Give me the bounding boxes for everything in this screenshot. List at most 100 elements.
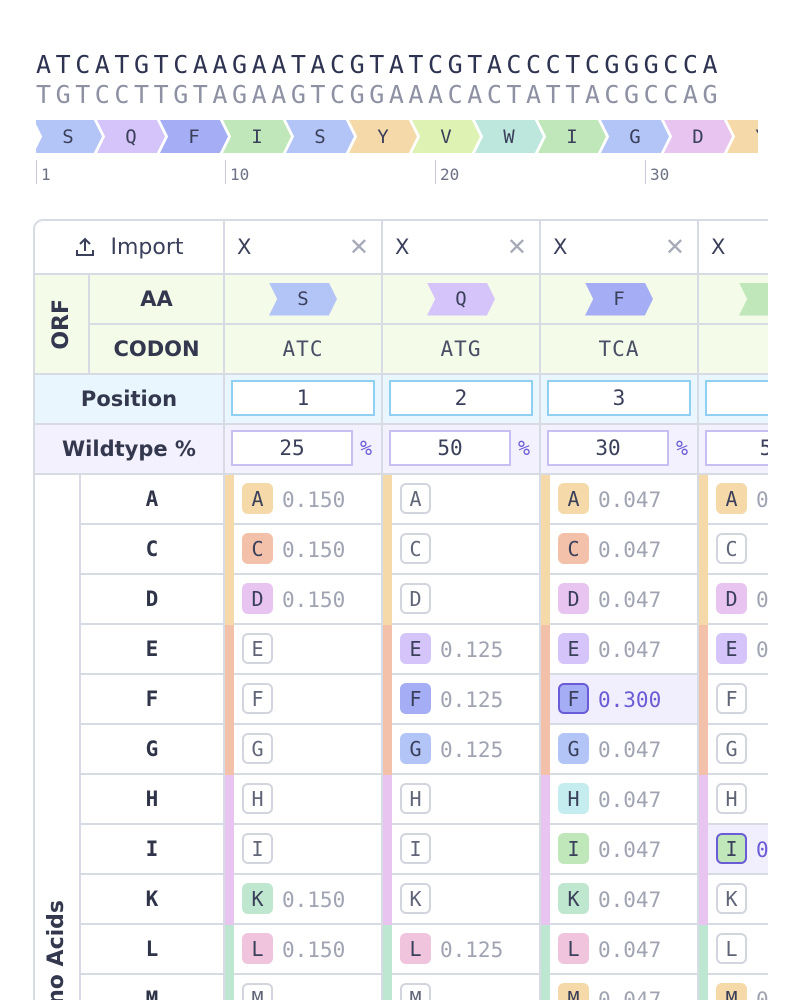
aa-badge[interactable]: A — [400, 483, 431, 514]
orf-chevron[interactable]: Y — [349, 120, 417, 153]
aa-badge[interactable]: A — [558, 483, 589, 514]
aa-badge[interactable]: F — [716, 683, 747, 714]
orf-chevron[interactable]: V — [412, 120, 480, 153]
wildtype-input[interactable]: 50 — [389, 430, 511, 466]
orf-chevron[interactable]: S — [36, 120, 102, 153]
aa-probability-cell[interactable]: C 0.150 — [225, 525, 383, 575]
aa-probability-cell[interactable]: G 0.047 — [541, 725, 699, 775]
orf-chevron[interactable]: W — [475, 120, 543, 153]
aa-badge[interactable]: I — [242, 833, 273, 864]
orf-chevron[interactable]: S — [286, 120, 354, 153]
aa-badge[interactable]: M — [400, 983, 431, 1000]
aa-badge[interactable]: M — [716, 983, 747, 1000]
aa-probability-cell[interactable]: M — [225, 975, 383, 1000]
aa-probability-cell[interactable]: I0 — [699, 825, 768, 875]
aa-badge[interactable]: K — [242, 883, 273, 914]
aa-badge[interactable]: D — [242, 583, 273, 614]
aa-badge[interactable]: I — [716, 833, 747, 864]
aa-badge[interactable]: D — [716, 583, 747, 614]
aa-probability-cell[interactable]: M — [383, 975, 541, 1000]
aa-badge[interactable]: G — [716, 733, 747, 764]
aa-badge[interactable]: H — [558, 783, 589, 814]
aa-probability-cell[interactable]: E — [225, 625, 383, 675]
aa-probability-cell[interactable]: G — [225, 725, 383, 775]
aa-probability-cell[interactable]: A 0.150 — [225, 475, 383, 525]
aa-badge[interactable]: K — [558, 883, 589, 914]
aa-probability-cell[interactable]: E 0.125 — [383, 625, 541, 675]
orf-chevron[interactable]: I — [538, 120, 606, 153]
aa-badge[interactable]: E — [716, 633, 747, 664]
aa-badge[interactable]: G — [558, 733, 589, 764]
aa-badge[interactable]: L — [558, 933, 589, 964]
aa-badge[interactable]: L — [716, 933, 747, 964]
position-input[interactable]: 3 — [547, 380, 691, 416]
aa-badge[interactable]: C — [558, 533, 589, 564]
aa-badge[interactable]: F — [400, 683, 431, 714]
aa-badge[interactable]: H — [400, 783, 431, 814]
aa-badge[interactable]: F — [558, 683, 589, 714]
position-input[interactable]: 1 — [231, 380, 375, 416]
aa-badge[interactable]: I — [558, 833, 589, 864]
aa-probability-cell[interactable]: G — [699, 725, 768, 775]
aa-probability-cell[interactable]: C — [699, 525, 768, 575]
aa-probability-cell[interactable]: H — [383, 775, 541, 825]
aa-probability-cell[interactable]: H — [699, 775, 768, 825]
position-input[interactable] — [705, 380, 768, 416]
aa-badge[interactable]: E — [242, 633, 273, 664]
orf-chevron[interactable]: Q — [97, 120, 165, 153]
aa-badge[interactable]: H — [716, 783, 747, 814]
aa-probability-cell[interactable]: D 0.047 — [541, 575, 699, 625]
aa-probability-cell[interactable]: C — [383, 525, 541, 575]
aa-probability-cell[interactable]: I — [225, 825, 383, 875]
aa-probability-cell[interactable]: L 0.047 — [541, 925, 699, 975]
aa-probability-cell[interactable]: I 0.047 — [541, 825, 699, 875]
aa-probability-cell[interactable]: G 0.125 — [383, 725, 541, 775]
aa-badge[interactable]: G — [400, 733, 431, 764]
aa-badge[interactable]: G — [242, 733, 273, 764]
aa-probability-cell[interactable]: K — [383, 875, 541, 925]
aa-probability-cell[interactable]: M0 — [699, 975, 768, 1000]
wildtype-input[interactable]: 5 — [705, 430, 768, 466]
wildtype-input[interactable]: 30 — [547, 430, 669, 466]
aa-probability-cell[interactable]: K 0.047 — [541, 875, 699, 925]
orf-chevron[interactable]: G — [601, 120, 669, 153]
aa-badge[interactable]: K — [400, 883, 431, 914]
aa-badge[interactable]: E — [400, 633, 431, 664]
aa-badge[interactable]: C — [716, 533, 747, 564]
aa-badge[interactable]: H — [242, 783, 273, 814]
wildtype-input[interactable]: 25 — [231, 430, 353, 466]
aa-probability-cell[interactable]: L 0.125 — [383, 925, 541, 975]
aa-probability-cell[interactable]: M 0.047 — [541, 975, 699, 1000]
aa-probability-cell[interactable]: I — [383, 825, 541, 875]
aa-probability-cell[interactable]: A — [383, 475, 541, 525]
aa-badge[interactable]: L — [400, 933, 431, 964]
orf-chevron[interactable]: D — [664, 120, 732, 153]
aa-badge[interactable]: K — [716, 883, 747, 914]
orf-chevron[interactable]: F — [160, 120, 228, 153]
aa-probability-cell[interactable]: A0 — [699, 475, 768, 525]
aa-probability-cell[interactable]: L 0.150 — [225, 925, 383, 975]
aa-badge[interactable]: L — [242, 933, 273, 964]
aa-probability-cell[interactable]: D — [383, 575, 541, 625]
aa-probability-cell[interactable]: E0 — [699, 625, 768, 675]
aa-probability-cell[interactable]: D0 — [699, 575, 768, 625]
aa-badge[interactable]: D — [400, 583, 431, 614]
aa-badge[interactable]: C — [400, 533, 431, 564]
aa-badge[interactable]: M — [242, 983, 273, 1000]
close-column-icon[interactable]: ✕ — [507, 233, 527, 261]
aa-probability-cell[interactable]: D 0.150 — [225, 575, 383, 625]
aa-probability-cell[interactable]: F 0.300 — [541, 675, 699, 725]
aa-probability-cell[interactable]: L — [699, 925, 768, 975]
aa-badge[interactable]: E — [558, 633, 589, 664]
aa-probability-cell[interactable]: K — [699, 875, 768, 925]
aa-probability-cell[interactable]: K 0.150 — [225, 875, 383, 925]
aa-probability-cell[interactable]: F — [225, 675, 383, 725]
import-button[interactable]: Import — [35, 221, 225, 275]
close-column-icon[interactable]: ✕ — [665, 233, 685, 261]
aa-probability-cell[interactable]: F 0.125 — [383, 675, 541, 725]
aa-badge[interactable]: A — [716, 483, 747, 514]
aa-probability-cell[interactable]: H — [225, 775, 383, 825]
aa-badge[interactable]: A — [242, 483, 273, 514]
position-input[interactable]: 2 — [389, 380, 533, 416]
aa-probability-cell[interactable]: H 0.047 — [541, 775, 699, 825]
